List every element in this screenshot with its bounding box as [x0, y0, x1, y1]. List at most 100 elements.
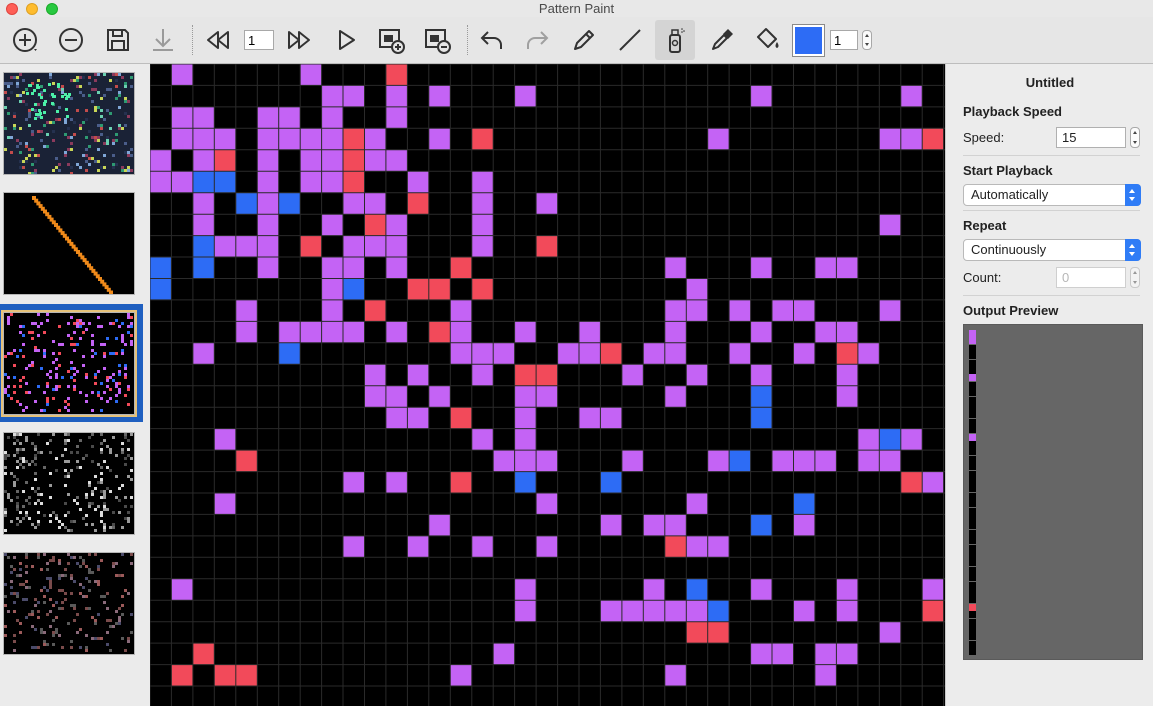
pixel[interactable]: [278, 106, 301, 129]
pixel[interactable]: [364, 364, 386, 386]
pixel-canvas[interactable]: [150, 64, 945, 706]
pixel[interactable]: [600, 600, 622, 622]
frame-5-thumbnail[interactable]: [3, 552, 135, 655]
frame-4-thumbnail[interactable]: [3, 432, 135, 535]
pixel[interactable]: [514, 321, 536, 343]
pixel[interactable]: [579, 407, 601, 429]
pixel[interactable]: [879, 428, 901, 450]
pixel[interactable]: [686, 535, 708, 558]
pixel[interactable]: [793, 299, 815, 322]
pixel[interactable]: [407, 171, 429, 193]
count-field[interactable]: 0: [1056, 267, 1126, 288]
pixel-grid[interactable]: [150, 64, 945, 706]
pixel[interactable]: [814, 664, 837, 686]
pixel[interactable]: [385, 214, 408, 236]
pixel[interactable]: [300, 235, 322, 257]
pixel[interactable]: [471, 428, 494, 450]
pixel[interactable]: [814, 450, 837, 472]
pixel[interactable]: [300, 149, 322, 172]
pixel[interactable]: [793, 450, 815, 472]
pixel[interactable]: [814, 643, 837, 665]
pixel[interactable]: [343, 171, 365, 193]
pixel[interactable]: [493, 450, 515, 472]
pixel[interactable]: [879, 128, 901, 150]
pixel[interactable]: [428, 385, 451, 408]
pixel[interactable]: [171, 578, 193, 601]
pixel[interactable]: [257, 128, 279, 150]
pixel[interactable]: [428, 128, 451, 150]
pixel[interactable]: [600, 471, 622, 493]
pixel[interactable]: [321, 171, 343, 193]
pixel[interactable]: [836, 600, 858, 622]
pixel[interactable]: [900, 471, 923, 493]
pixel[interactable]: [171, 128, 193, 150]
pixel[interactable]: [300, 171, 322, 193]
pixel[interactable]: [321, 128, 343, 150]
pixel[interactable]: [235, 299, 258, 322]
pixel[interactable]: [922, 600, 944, 622]
pixel[interactable]: [600, 407, 622, 429]
pixel[interactable]: [364, 214, 386, 236]
pixel[interactable]: [450, 299, 472, 322]
pixel[interactable]: [664, 321, 687, 343]
pixel[interactable]: [321, 299, 343, 322]
pixel[interactable]: [686, 278, 708, 300]
pixel[interactable]: [257, 257, 279, 279]
pixel[interactable]: [471, 128, 494, 150]
pixel[interactable]: [643, 514, 665, 536]
pixel[interactable]: [343, 535, 365, 558]
pixel[interactable]: [364, 149, 386, 172]
frame-1-thumbnail[interactable]: [3, 72, 135, 175]
pixel[interactable]: [343, 257, 365, 279]
pixel[interactable]: [514, 450, 536, 472]
pixel[interactable]: [385, 149, 408, 172]
fast-forward-button[interactable]: [284, 25, 314, 55]
pixel[interactable]: [321, 214, 343, 236]
pixel[interactable]: [150, 149, 172, 172]
pixel[interactable]: [579, 342, 601, 365]
pixel[interactable]: [536, 385, 558, 408]
pixel[interactable]: [235, 450, 258, 472]
pixel[interactable]: [643, 578, 665, 601]
save-button[interactable]: [103, 25, 133, 55]
rewind-button[interactable]: [203, 25, 233, 55]
pixel[interactable]: [729, 342, 751, 365]
pixel[interactable]: [343, 471, 365, 493]
frame-number-field[interactable]: 1: [244, 30, 274, 50]
pixel[interactable]: [471, 214, 494, 236]
pixel[interactable]: [664, 299, 687, 322]
pixel[interactable]: [664, 535, 687, 558]
pixel[interactable]: [321, 257, 343, 279]
pixel[interactable]: [557, 342, 579, 365]
pixel[interactable]: [707, 450, 730, 472]
pixel[interactable]: [450, 342, 472, 365]
pixel[interactable]: [471, 535, 494, 558]
pixel[interactable]: [664, 342, 687, 365]
pixel[interactable]: [450, 471, 472, 493]
pixel[interactable]: [750, 385, 772, 408]
pixel[interactable]: [300, 321, 322, 343]
eyedropper-tool-button[interactable]: [707, 25, 737, 55]
pixel[interactable]: [664, 600, 687, 622]
pixel[interactable]: [428, 85, 451, 107]
pixel[interactable]: [836, 342, 858, 365]
pixel[interactable]: [278, 321, 301, 343]
pixel[interactable]: [214, 493, 236, 515]
pixel[interactable]: [385, 64, 408, 86]
pixel[interactable]: [257, 192, 279, 215]
pixel[interactable]: [707, 128, 730, 150]
pixel[interactable]: [235, 235, 258, 257]
repeat-popup[interactable]: Continuously: [963, 239, 1141, 261]
add-frame-button[interactable]: [10, 25, 40, 55]
pixel[interactable]: [385, 235, 408, 257]
pixel[interactable]: [257, 106, 279, 129]
pixel[interactable]: [150, 257, 172, 279]
pixel[interactable]: [879, 621, 901, 644]
pixel[interactable]: [235, 664, 258, 686]
pixel[interactable]: [836, 257, 858, 279]
pixel[interactable]: [171, 171, 193, 193]
pixel[interactable]: [343, 321, 365, 343]
pixel[interactable]: [192, 643, 215, 665]
pixel[interactable]: [772, 643, 794, 665]
pixel[interactable]: [536, 450, 558, 472]
